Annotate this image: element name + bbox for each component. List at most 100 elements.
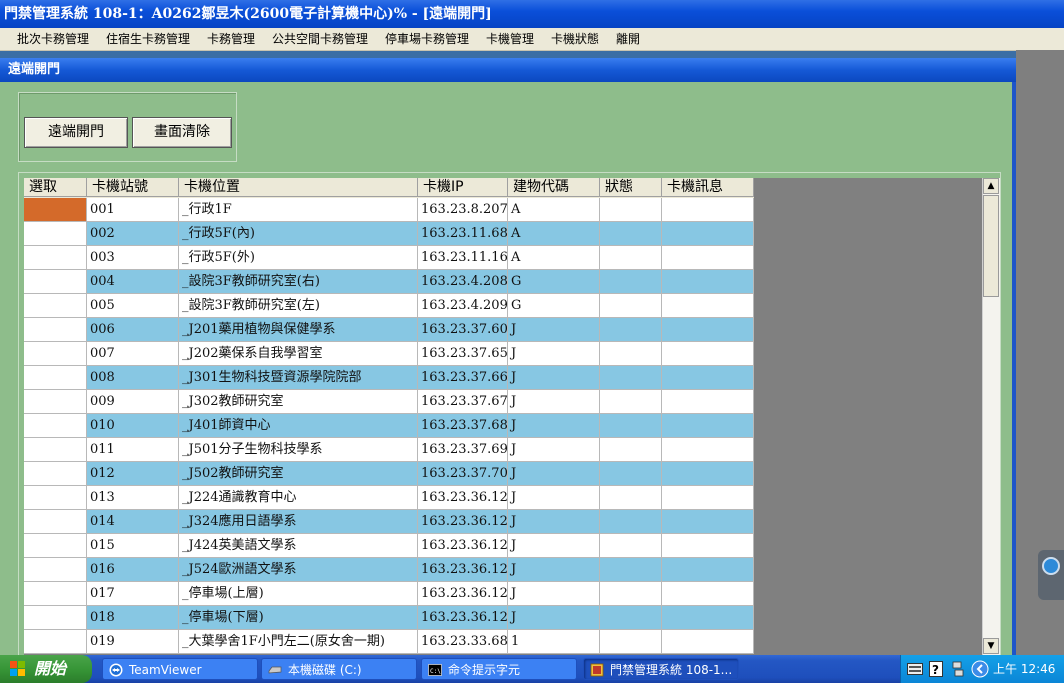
cell-select[interactable] (24, 438, 87, 462)
help-icon[interactable]: ? (929, 661, 943, 677)
table-row[interactable]: 001 _行政1F 163.23.8.207 A (24, 198, 754, 222)
cell-select[interactable] (24, 414, 87, 438)
column-header-ip[interactable]: 卡機IP (418, 178, 508, 197)
window-titlebar[interactable]: 門禁管理系統 108-1：A0262鄒昱木(2600電子計算機中心)% - [遠… (0, 0, 1064, 28)
cell-ip: 163.23.36.126 (418, 582, 508, 606)
cell-ip: 163.23.36.125 (418, 558, 508, 582)
child-window-titlebar[interactable]: 遠端開門 (0, 58, 1016, 82)
scroll-down-arrow-icon[interactable]: ▼ (983, 638, 999, 654)
cell-status (600, 246, 662, 270)
cell-select[interactable] (24, 510, 87, 534)
table-row[interactable]: 006 _J201藥用植物與保健學系 163.23.37.60 J (24, 318, 754, 342)
cell-select[interactable] (24, 486, 87, 510)
cell-select[interactable] (24, 318, 87, 342)
table-row[interactable]: 003 _行政5F(外) 163.23.11.164 A (24, 246, 754, 270)
cell-select[interactable] (24, 630, 87, 654)
cell-select[interactable] (24, 198, 87, 222)
cell-message (662, 318, 754, 342)
table-row[interactable]: 009 _J302教師研究室 163.23.37.67 J (24, 390, 754, 414)
start-button[interactable]: 開始 (0, 655, 92, 683)
menu-batch-card[interactable]: 批次卡務管理 (17, 28, 89, 50)
cell-ip: 163.23.36.124 (418, 534, 508, 558)
clear-screen-button[interactable]: 畫面清除 (132, 117, 232, 148)
task-teamviewer[interactable]: TeamViewer (102, 658, 258, 680)
teamviewer-icon (1042, 557, 1060, 575)
scroll-up-arrow-icon[interactable]: ▲ (983, 178, 999, 194)
network-icon[interactable] (951, 661, 965, 677)
cell-message (662, 222, 754, 246)
cell-status (600, 438, 662, 462)
cell-select[interactable] (24, 342, 87, 366)
cell-building: J (508, 534, 600, 558)
table-row[interactable]: 015 _J424英美語文學系 163.23.36.124 J (24, 534, 754, 558)
cell-select[interactable] (24, 606, 87, 630)
cell-select[interactable] (24, 294, 87, 318)
cell-select[interactable] (24, 390, 87, 414)
table-row[interactable]: 005 _設院3F教師研究室(左) 163.23.4.209 G (24, 294, 754, 318)
command-prompt-icon: C:\ (428, 664, 442, 676)
menu-card-management[interactable]: 卡務管理 (207, 28, 255, 50)
scroll-thumb[interactable] (983, 195, 999, 297)
cell-status (600, 318, 662, 342)
table-row[interactable]: 016 _J524歐洲語文學系 163.23.36.125 J (24, 558, 754, 582)
cell-building: A (508, 246, 600, 270)
column-header-location[interactable]: 卡機位置 (179, 178, 418, 197)
show-hidden-icons-chevron-icon[interactable] (971, 660, 989, 678)
table-row[interactable]: 007 _J202藥保系自我學習室 163.23.37.65 J (24, 342, 754, 366)
table-row[interactable]: 002 _行政5F(內) 163.23.11.68 A (24, 222, 754, 246)
vertical-scrollbar[interactable]: ▲ ▼ (982, 178, 1000, 655)
teamviewer-side-tab[interactable] (1038, 550, 1064, 600)
table-row[interactable]: 004 _設院3F教師研究室(右) 163.23.4.208 G (24, 270, 754, 294)
cell-select[interactable] (24, 246, 87, 270)
cell-select[interactable] (24, 558, 87, 582)
cell-status (600, 222, 662, 246)
menu-exit[interactable]: 離開 (616, 28, 640, 50)
column-header-building[interactable]: 建物代碼 (508, 178, 600, 197)
cell-select[interactable] (24, 270, 87, 294)
cell-ip: 163.23.37.68 (418, 414, 508, 438)
cell-location: _設院3F教師研究室(左) (179, 294, 418, 318)
cell-select[interactable] (24, 222, 87, 246)
column-header-status[interactable]: 狀態 (600, 178, 662, 197)
table-header: 選取 卡機站號 卡機位置 卡機IP 建物代碼 狀態 卡機訊息 (24, 178, 754, 198)
table-row[interactable]: 010 _J401師資中心 163.23.37.68 J (24, 414, 754, 438)
menu-reader-management[interactable]: 卡機管理 (486, 28, 534, 50)
menu-dorm-card[interactable]: 住宿生卡務管理 (106, 28, 190, 50)
cell-message (662, 630, 754, 654)
cell-status (600, 414, 662, 438)
menu-reader-status[interactable]: 卡機狀態 (551, 28, 599, 50)
cell-status (600, 558, 662, 582)
cell-message (662, 414, 754, 438)
table-row[interactable]: 019 _大葉學舍1F小門左二(原女舍一期) 163.23.33.68 1 (24, 630, 754, 654)
cell-select[interactable] (24, 534, 87, 558)
table-row[interactable]: 013 _J224通識教育中心 163.23.36.122 J (24, 486, 754, 510)
reader-table: 選取 卡機站號 卡機位置 卡機IP 建物代碼 狀態 卡機訊息 001 _行政1F 1… (24, 178, 982, 655)
cell-select[interactable] (24, 462, 87, 486)
task-local-disk[interactable]: 本機磁碟 (C:) (261, 658, 417, 680)
task-access-control-system[interactable]: 門禁管理系統 108-1... (583, 658, 739, 680)
menu-public-space-card[interactable]: 公共空間卡務管理 (272, 28, 368, 50)
cell-select[interactable] (24, 366, 87, 390)
cell-select[interactable] (24, 582, 87, 606)
column-header-select[interactable]: 選取 (24, 178, 87, 197)
cell-station: 003 (87, 246, 179, 270)
cell-message (662, 294, 754, 318)
remote-open-door-button[interactable]: 遠端開門 (24, 117, 128, 148)
column-header-message[interactable]: 卡機訊息 (662, 178, 754, 197)
task-command-prompt[interactable]: C:\ 命令提示字元 (421, 658, 577, 680)
column-header-station[interactable]: 卡機站號 (87, 178, 179, 197)
cell-message (662, 582, 754, 606)
table-row[interactable]: 014 _J324應用日語學系 163.23.36.123 J (24, 510, 754, 534)
cell-status (600, 582, 662, 606)
cell-message (662, 390, 754, 414)
table-row[interactable]: 011 _J501分子生物科技學系 163.23.37.69 J (24, 438, 754, 462)
table-row[interactable]: 012 _J502教師研究室 163.23.37.70 J (24, 462, 754, 486)
taskbar: 開始 TeamViewer 本機磁碟 (C:) C:\ 命令提示字元 門禁管理系… (0, 655, 1064, 683)
cell-location: _設院3F教師研究室(右) (179, 270, 418, 294)
table-row[interactable]: 018 _停車場(下層) 163.23.36.127 J (24, 606, 754, 630)
table-row[interactable]: 008 _J301生物科技暨資源學院院部 163.23.37.66 J (24, 366, 754, 390)
cell-message (662, 462, 754, 486)
menu-parking-card[interactable]: 停車場卡務管理 (385, 28, 469, 50)
table-row[interactable]: 017 _停車場(上層) 163.23.36.126 J (24, 582, 754, 606)
keyboard-icon[interactable] (907, 663, 923, 675)
